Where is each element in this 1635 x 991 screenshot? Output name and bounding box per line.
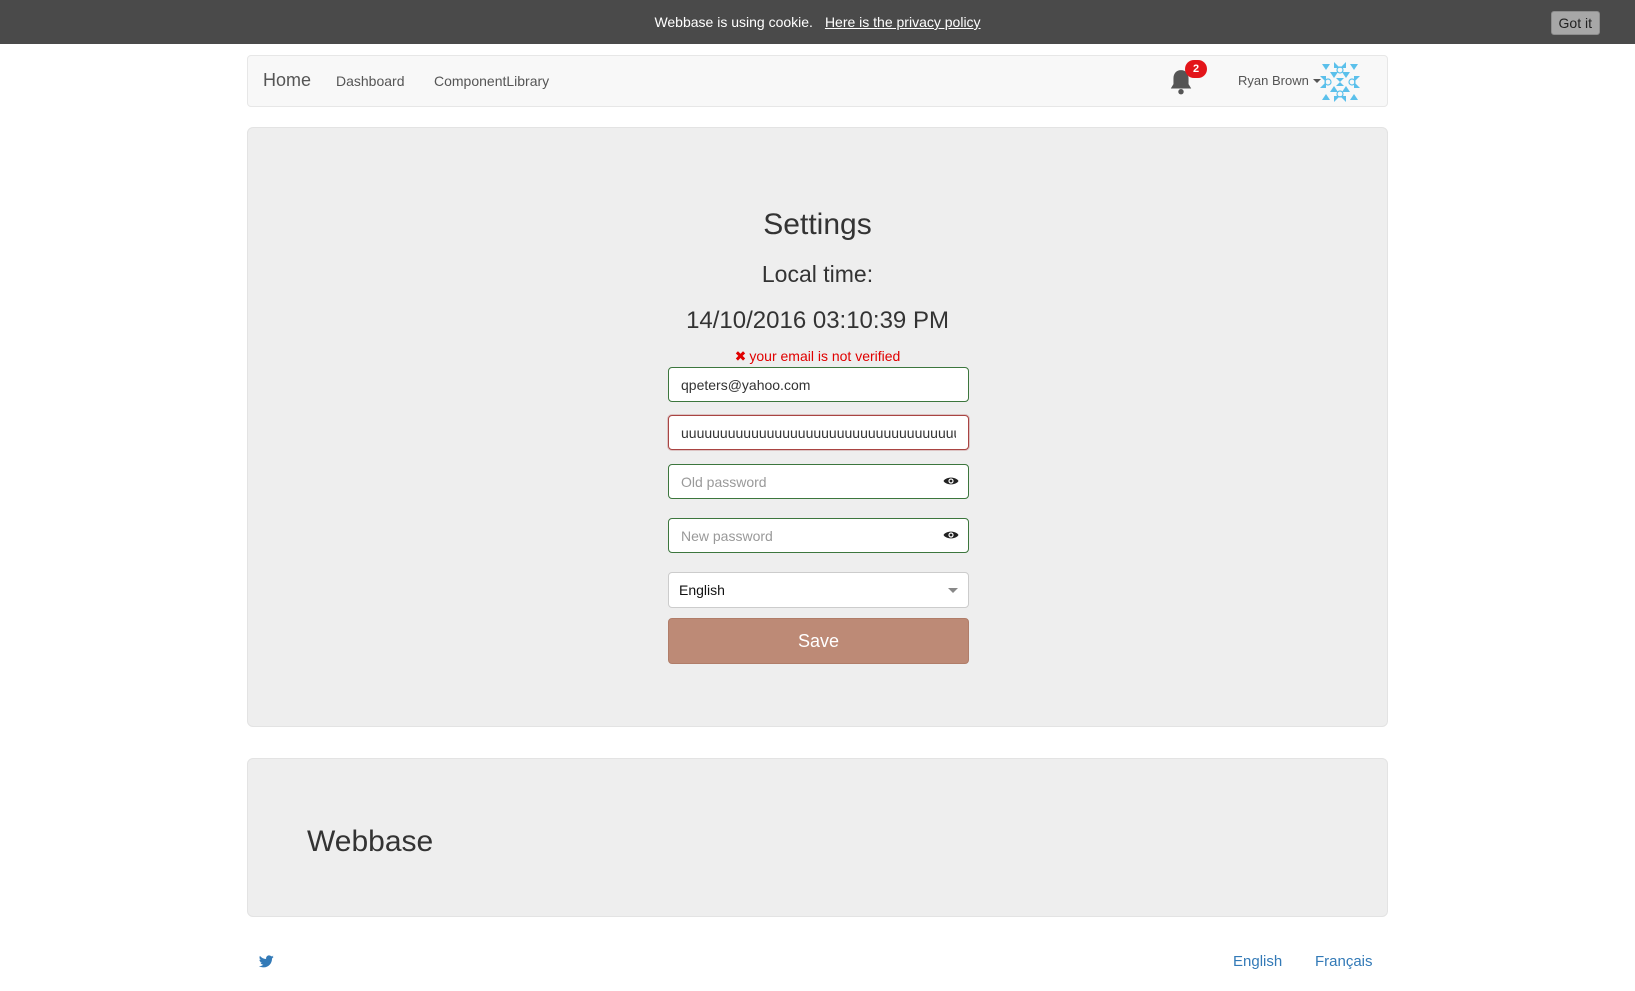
error-x-icon: ✖	[734, 348, 747, 364]
save-button[interactable]: Save	[668, 618, 969, 664]
settings-panel: Settings Local time: 14/10/2016 03:10:39…	[247, 127, 1388, 727]
nav-home-link[interactable]: Home	[263, 70, 311, 91]
avatar[interactable]	[1318, 60, 1362, 104]
cookie-message: Webbase is using cookie.	[654, 14, 813, 30]
footer-language-english[interactable]: English	[1233, 953, 1282, 970]
new-password-field[interactable]	[668, 518, 969, 553]
username-field[interactable]	[668, 415, 969, 450]
eye-icon[interactable]	[943, 529, 959, 541]
old-password-field[interactable]	[668, 464, 969, 499]
top-navbar: Home Dashboard ComponentLibrary 2 Ryan B…	[247, 55, 1388, 107]
cookie-banner: Webbase is using cookie. Here is the pri…	[0, 0, 1635, 44]
page-title: Settings	[763, 208, 872, 241]
local-time-label: Local time:	[761, 261, 874, 287]
nav-dashboard-link[interactable]: Dashboard	[336, 73, 405, 89]
footer-jumbotron: Webbase	[247, 758, 1388, 917]
email-field[interactable]	[668, 367, 969, 402]
email-warning: ✖ your email is not verified	[248, 348, 1387, 365]
got-it-button[interactable]: Got it	[1550, 11, 1600, 35]
user-menu-toggle[interactable]: Ryan Brown	[1238, 73, 1321, 88]
footer-language-francais[interactable]: Français	[1315, 953, 1373, 970]
notification-badge: 2	[1185, 60, 1207, 78]
language-select[interactable]: English	[668, 572, 969, 608]
email-warning-text: your email is not verified	[749, 348, 901, 364]
language-select-value: English	[679, 582, 725, 598]
footer-brand: Webbase	[307, 825, 434, 858]
privacy-policy-link[interactable]: Here is the privacy policy	[825, 14, 981, 30]
chevron-down-icon	[948, 588, 958, 593]
eye-icon[interactable]	[943, 475, 959, 487]
user-name: Ryan Brown	[1238, 73, 1309, 88]
nav-componentlibrary-link[interactable]: ComponentLibrary	[434, 73, 549, 89]
local-time-value: 14/10/2016 03:10:39 PM	[686, 307, 949, 334]
twitter-icon[interactable]	[259, 955, 274, 968]
